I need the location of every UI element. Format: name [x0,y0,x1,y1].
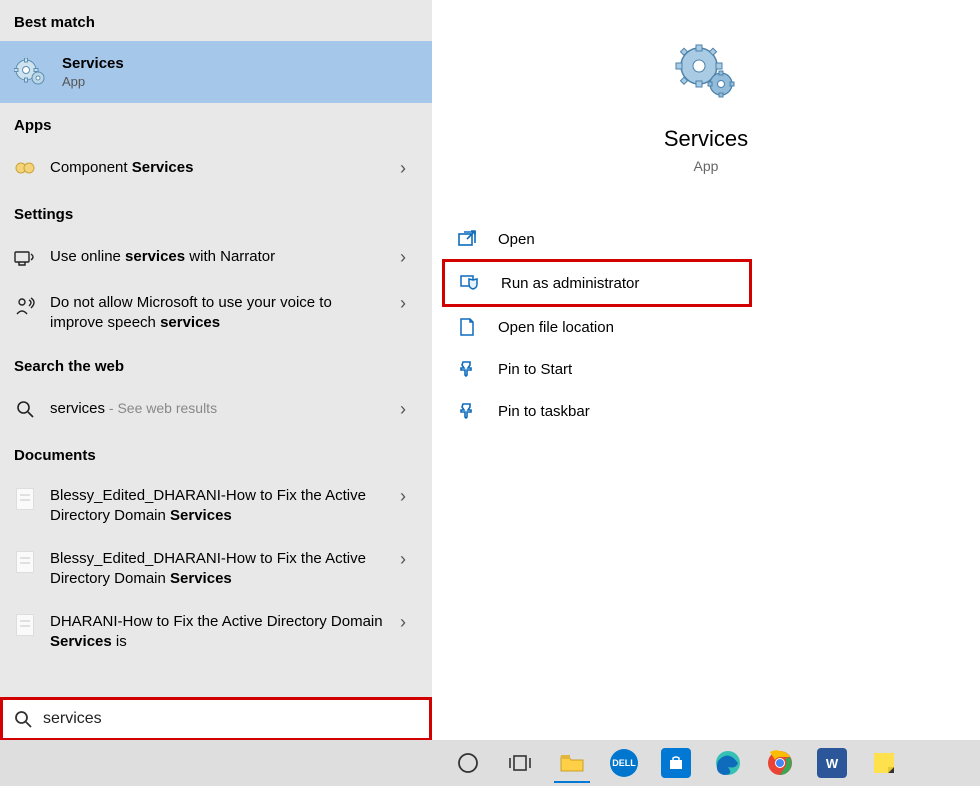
admin-shield-icon [459,272,481,294]
services-large-icon [674,40,738,104]
chevron-right-icon: › [400,158,418,179]
setting-result-narrator[interactable]: Use online services with Narrator › [0,233,432,281]
action-list: Open Run as administrator Open file loca… [432,218,980,432]
services-gear-icon [14,59,46,85]
document-result[interactable]: Blessy_Edited_DHARANI-How to Fix the Act… [0,537,432,600]
search-bar[interactable] [0,697,432,741]
document-icon [14,614,36,636]
details-subtitle: App [694,158,719,174]
narrator-icon [14,246,36,268]
taskbar-sticky-notes[interactable] [860,743,908,783]
search-input[interactable] [35,704,421,734]
best-match-subtitle: App [62,74,124,89]
search-icon [14,398,36,420]
document-result[interactable]: Blessy_Edited_DHARANI-How to Fix the Act… [0,474,432,537]
chevron-right-icon: › [400,293,418,314]
best-match-item[interactable]: Services App [0,41,432,103]
action-open-file-location[interactable]: Open file location [442,306,980,348]
taskbar-file-explorer[interactable] [548,743,596,783]
web-result[interactable]: services - See web results › [0,385,432,433]
open-icon [456,228,478,250]
document-icon [14,488,36,510]
apps-header: Apps [0,103,432,144]
action-pin-to-start[interactable]: Pin to Start [442,348,980,390]
chevron-right-icon: › [400,247,418,268]
action-label: Pin to taskbar [498,403,590,420]
action-pin-to-taskbar[interactable]: Pin to taskbar [442,390,980,432]
document-result-label: DHARANI-How to Fix the Active Directory … [50,612,386,651]
taskbar-dell[interactable]: DELL [600,743,648,783]
setting-result-label: Use online services with Narrator [50,247,386,267]
component-services-icon [14,157,36,179]
document-result-label: Blessy_Edited_DHARANI-How to Fix the Act… [50,486,386,525]
taskbar-chrome[interactable] [756,743,804,783]
taskbar-task-view[interactable] [496,743,544,783]
pin-taskbar-icon [456,400,478,422]
app-result-component-services[interactable]: Component Services › [0,144,432,192]
chevron-right-icon: › [400,399,418,420]
document-result-label: Blessy_Edited_DHARANI-How to Fix the Act… [50,549,386,588]
action-label: Run as administrator [501,275,639,292]
taskbar-store[interactable] [652,743,700,783]
details-panel: Services App Open Run as administrator [432,0,980,736]
voice-icon [14,295,36,317]
action-label: Open [498,231,535,248]
best-match-header: Best match [0,0,432,41]
search-icon [11,707,35,731]
action-run-as-administrator[interactable]: Run as administrator [442,259,752,307]
best-match-title: Services [62,55,124,72]
taskbar-edge[interactable] [704,743,752,783]
document-result[interactable]: DHARANI-How to Fix the Active Directory … [0,600,432,663]
settings-header: Settings [0,192,432,233]
setting-result-label: Do not allow Microsoft to use your voice… [50,293,386,332]
documents-header: Documents [0,433,432,474]
search-results-panel: Best match Services App Apps Comp [0,0,432,736]
action-label: Open file location [498,319,614,336]
details-title: Services [664,126,748,152]
action-label: Pin to Start [498,361,572,378]
web-header: Search the web [0,344,432,385]
app-result-label: Component Services [50,158,386,178]
taskbar-word[interactable]: W [808,743,856,783]
taskbar: DELL W [0,740,980,786]
chevron-right-icon: › [400,549,418,570]
setting-result-speech[interactable]: Do not allow Microsoft to use your voice… [0,281,432,344]
web-result-label: services - See web results [50,399,386,419]
document-icon [14,551,36,573]
pin-start-icon [456,358,478,380]
folder-location-icon [456,316,478,338]
chevron-right-icon: › [400,486,418,507]
taskbar-cortana[interactable] [444,743,492,783]
chevron-right-icon: › [400,612,418,633]
action-open[interactable]: Open [442,218,980,260]
